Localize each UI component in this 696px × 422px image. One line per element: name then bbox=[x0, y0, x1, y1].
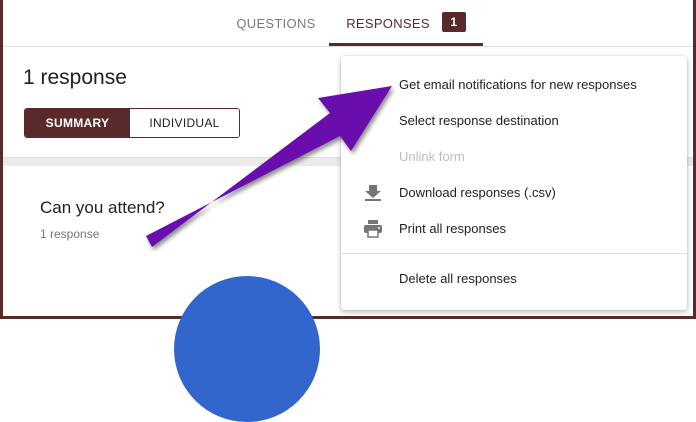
view-toggle: SUMMARY INDIVIDUAL bbox=[24, 108, 240, 138]
download-icon bbox=[365, 185, 381, 201]
menu-item-label: Select response destination bbox=[399, 113, 559, 128]
menu-item-label: Print all responses bbox=[399, 221, 506, 236]
menu-item-select-destination[interactable]: Select response destination bbox=[341, 103, 687, 139]
menu-item-label: Get email notifications for new response… bbox=[399, 77, 637, 92]
responses-count-badge: 1 bbox=[441, 12, 466, 32]
menu-item-download-csv[interactable]: Download responses (.csv) bbox=[341, 175, 687, 211]
menu-item-email-notifications[interactable]: Get email notifications for new response… bbox=[341, 67, 687, 103]
tab-bar: QUESTIONS RESPONSES 1 bbox=[3, 0, 693, 47]
menu-item-label: Download responses (.csv) bbox=[399, 185, 556, 200]
tab-questions[interactable]: QUESTIONS bbox=[223, 0, 329, 46]
menu-item-label: Unlink form bbox=[399, 149, 465, 164]
summary-button[interactable]: SUMMARY bbox=[25, 109, 130, 137]
tab-responses[interactable]: RESPONSES 1 bbox=[329, 0, 483, 46]
individual-button[interactable]: INDIVIDUAL bbox=[130, 109, 239, 137]
printer-icon bbox=[364, 220, 382, 238]
question-title: Can you attend? bbox=[40, 198, 165, 217]
menu-item-print-all[interactable]: Print all responses bbox=[341, 211, 687, 247]
question-response-count: 1 response bbox=[40, 227, 100, 241]
response-count-heading: 1 response bbox=[23, 66, 127, 89]
tab-questions-label: QUESTIONS bbox=[236, 16, 316, 31]
menu-divider bbox=[341, 253, 687, 254]
menu-item-delete-all[interactable]: Delete all responses bbox=[341, 261, 687, 297]
tab-responses-label: RESPONSES bbox=[346, 16, 430, 31]
menu-item-unlink-form: Unlink form bbox=[341, 139, 687, 175]
menu-item-label: Delete all responses bbox=[399, 271, 517, 286]
responses-more-menu: Get email notifications for new response… bbox=[341, 56, 687, 310]
pie-chart bbox=[174, 276, 320, 422]
